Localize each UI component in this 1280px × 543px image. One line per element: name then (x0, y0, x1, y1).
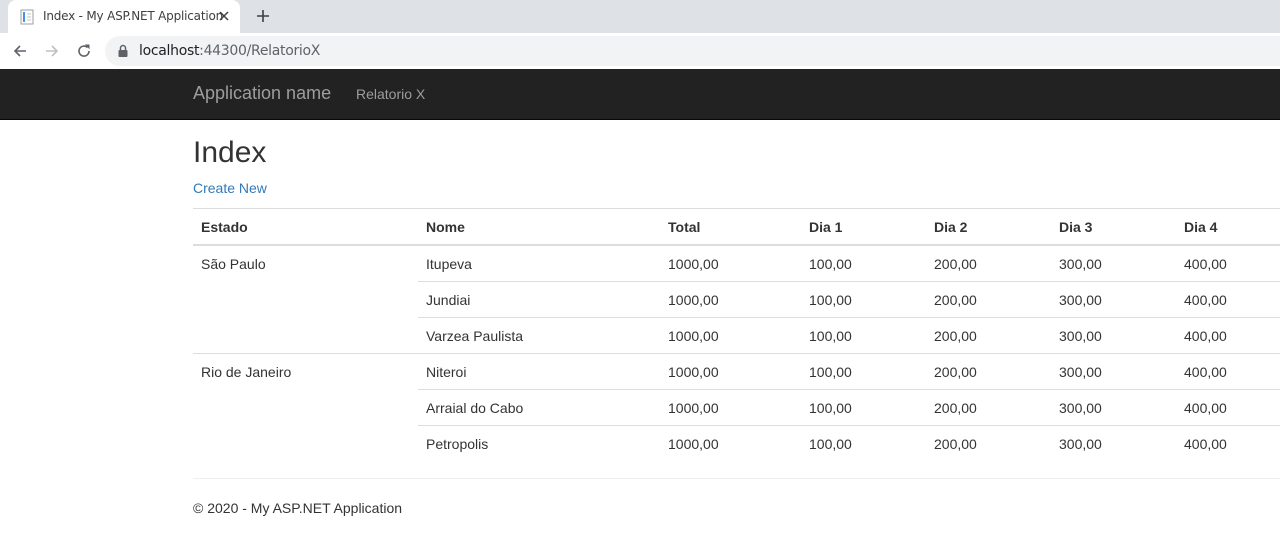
table-header-row: Estado Nome Total Dia 1 Dia 2 Dia 3 Dia … (193, 208, 1280, 246)
header-total: Total (660, 208, 801, 246)
relatorio-table: Estado Nome Total Dia 1 Dia 2 Dia 3 Dia … (193, 208, 1280, 461)
browser-tab[interactable]: Index - My ASP.NET Application (8, 0, 240, 33)
table-row: São Paulo Itupeva 1000,00 100,00 200,00 … (193, 244, 1280, 354)
dia-4-cell: 400,00 (1176, 425, 1280, 461)
header-dia-3: Dia 3 (1051, 208, 1176, 246)
total-cell: 1000,00 (660, 244, 801, 282)
header-dia-2: Dia 2 (926, 208, 1051, 246)
total-cell: 1000,00 (660, 353, 801, 390)
dia-4-cell: 400,00 (1176, 389, 1280, 426)
estado-cell: Rio de Janeiro (193, 353, 418, 461)
dia-4-cell: 400,00 (1176, 244, 1280, 282)
dia-1-cell: 100,00 (801, 389, 926, 426)
lock-icon[interactable] (117, 44, 129, 58)
header-dia-1: Dia 1 (801, 208, 926, 246)
browser-tabstrip: Index - My ASP.NET Application (0, 0, 1280, 33)
table-row: Rio de Janeiro Niteroi 1000,00 100,00 20… (193, 353, 1280, 461)
dia-1-cell: 100,00 (801, 317, 926, 354)
page-title: Index (193, 136, 267, 169)
dia-1-cell: 100,00 (801, 244, 926, 282)
dia-3-cell: 300,00 (1051, 353, 1176, 390)
tab-title: Index - My ASP.NET Application (43, 9, 224, 23)
footer-text: © 2020 - My ASP.NET Application (193, 500, 403, 516)
nome-cell: Petropolis (418, 425, 660, 461)
nome-cell: Niteroi (418, 353, 660, 390)
dia-2-cell: 200,00 (926, 353, 1051, 390)
nome-cell: Jundiai (418, 281, 660, 318)
total-cell: 1000,00 (660, 317, 801, 354)
app-navbar: Application name Relatorio X (0, 69, 1280, 120)
header-estado: Estado (193, 208, 418, 246)
nav-link-relatorio-x[interactable]: Relatorio X (356, 86, 425, 102)
create-new-link[interactable]: Create New (193, 180, 267, 196)
nome-cell: Itupeva (418, 244, 660, 282)
dia-1-cell: 100,00 (801, 425, 926, 461)
dia-3-cell: 300,00 (1051, 389, 1176, 426)
arrow-right-icon[interactable] (42, 41, 62, 61)
url-host: localhost (139, 43, 200, 59)
dia-4-cell: 400,00 (1176, 281, 1280, 318)
dia-3-cell: 300,00 (1051, 281, 1176, 318)
dia-2-cell: 200,00 (926, 281, 1051, 318)
dia-3-cell: 300,00 (1051, 317, 1176, 354)
dia-1-cell: 100,00 (801, 353, 926, 390)
dia-3-cell: 300,00 (1051, 425, 1176, 461)
header-nome: Nome (418, 208, 660, 246)
dia-4-cell: 400,00 (1176, 353, 1280, 390)
brand-link[interactable]: Application name (193, 83, 331, 104)
total-cell: 1000,00 (660, 425, 801, 461)
page-icon (20, 9, 34, 25)
total-cell: 1000,00 (660, 389, 801, 426)
nome-cell: Arraial do Cabo (418, 389, 660, 426)
dia-2-cell: 200,00 (926, 389, 1051, 426)
estado-cell: São Paulo (193, 244, 418, 354)
dia-2-cell: 200,00 (926, 244, 1051, 282)
dia-4-cell: 400,00 (1176, 317, 1280, 354)
browser-toolbar: localhost:44300/RelatorioX (0, 33, 1280, 69)
dia-2-cell: 200,00 (926, 425, 1051, 461)
dia-3-cell: 300,00 (1051, 244, 1176, 282)
header-dia-4: Dia 4 (1176, 208, 1280, 246)
arrow-left-icon[interactable] (10, 41, 30, 61)
close-icon[interactable] (216, 8, 232, 24)
dia-2-cell: 200,00 (926, 317, 1051, 354)
url-text: localhost:44300/RelatorioX (139, 43, 320, 59)
nome-cell: Varzea Paulista (418, 317, 660, 354)
address-bar[interactable]: localhost:44300/RelatorioX (105, 36, 1280, 66)
dia-1-cell: 100,00 (801, 281, 926, 318)
reload-icon[interactable] (74, 41, 94, 61)
plus-icon[interactable] (254, 7, 272, 25)
footer-divider (193, 478, 1280, 479)
total-cell: 1000,00 (660, 281, 801, 318)
url-path: :44300/RelatorioX (199, 43, 321, 59)
